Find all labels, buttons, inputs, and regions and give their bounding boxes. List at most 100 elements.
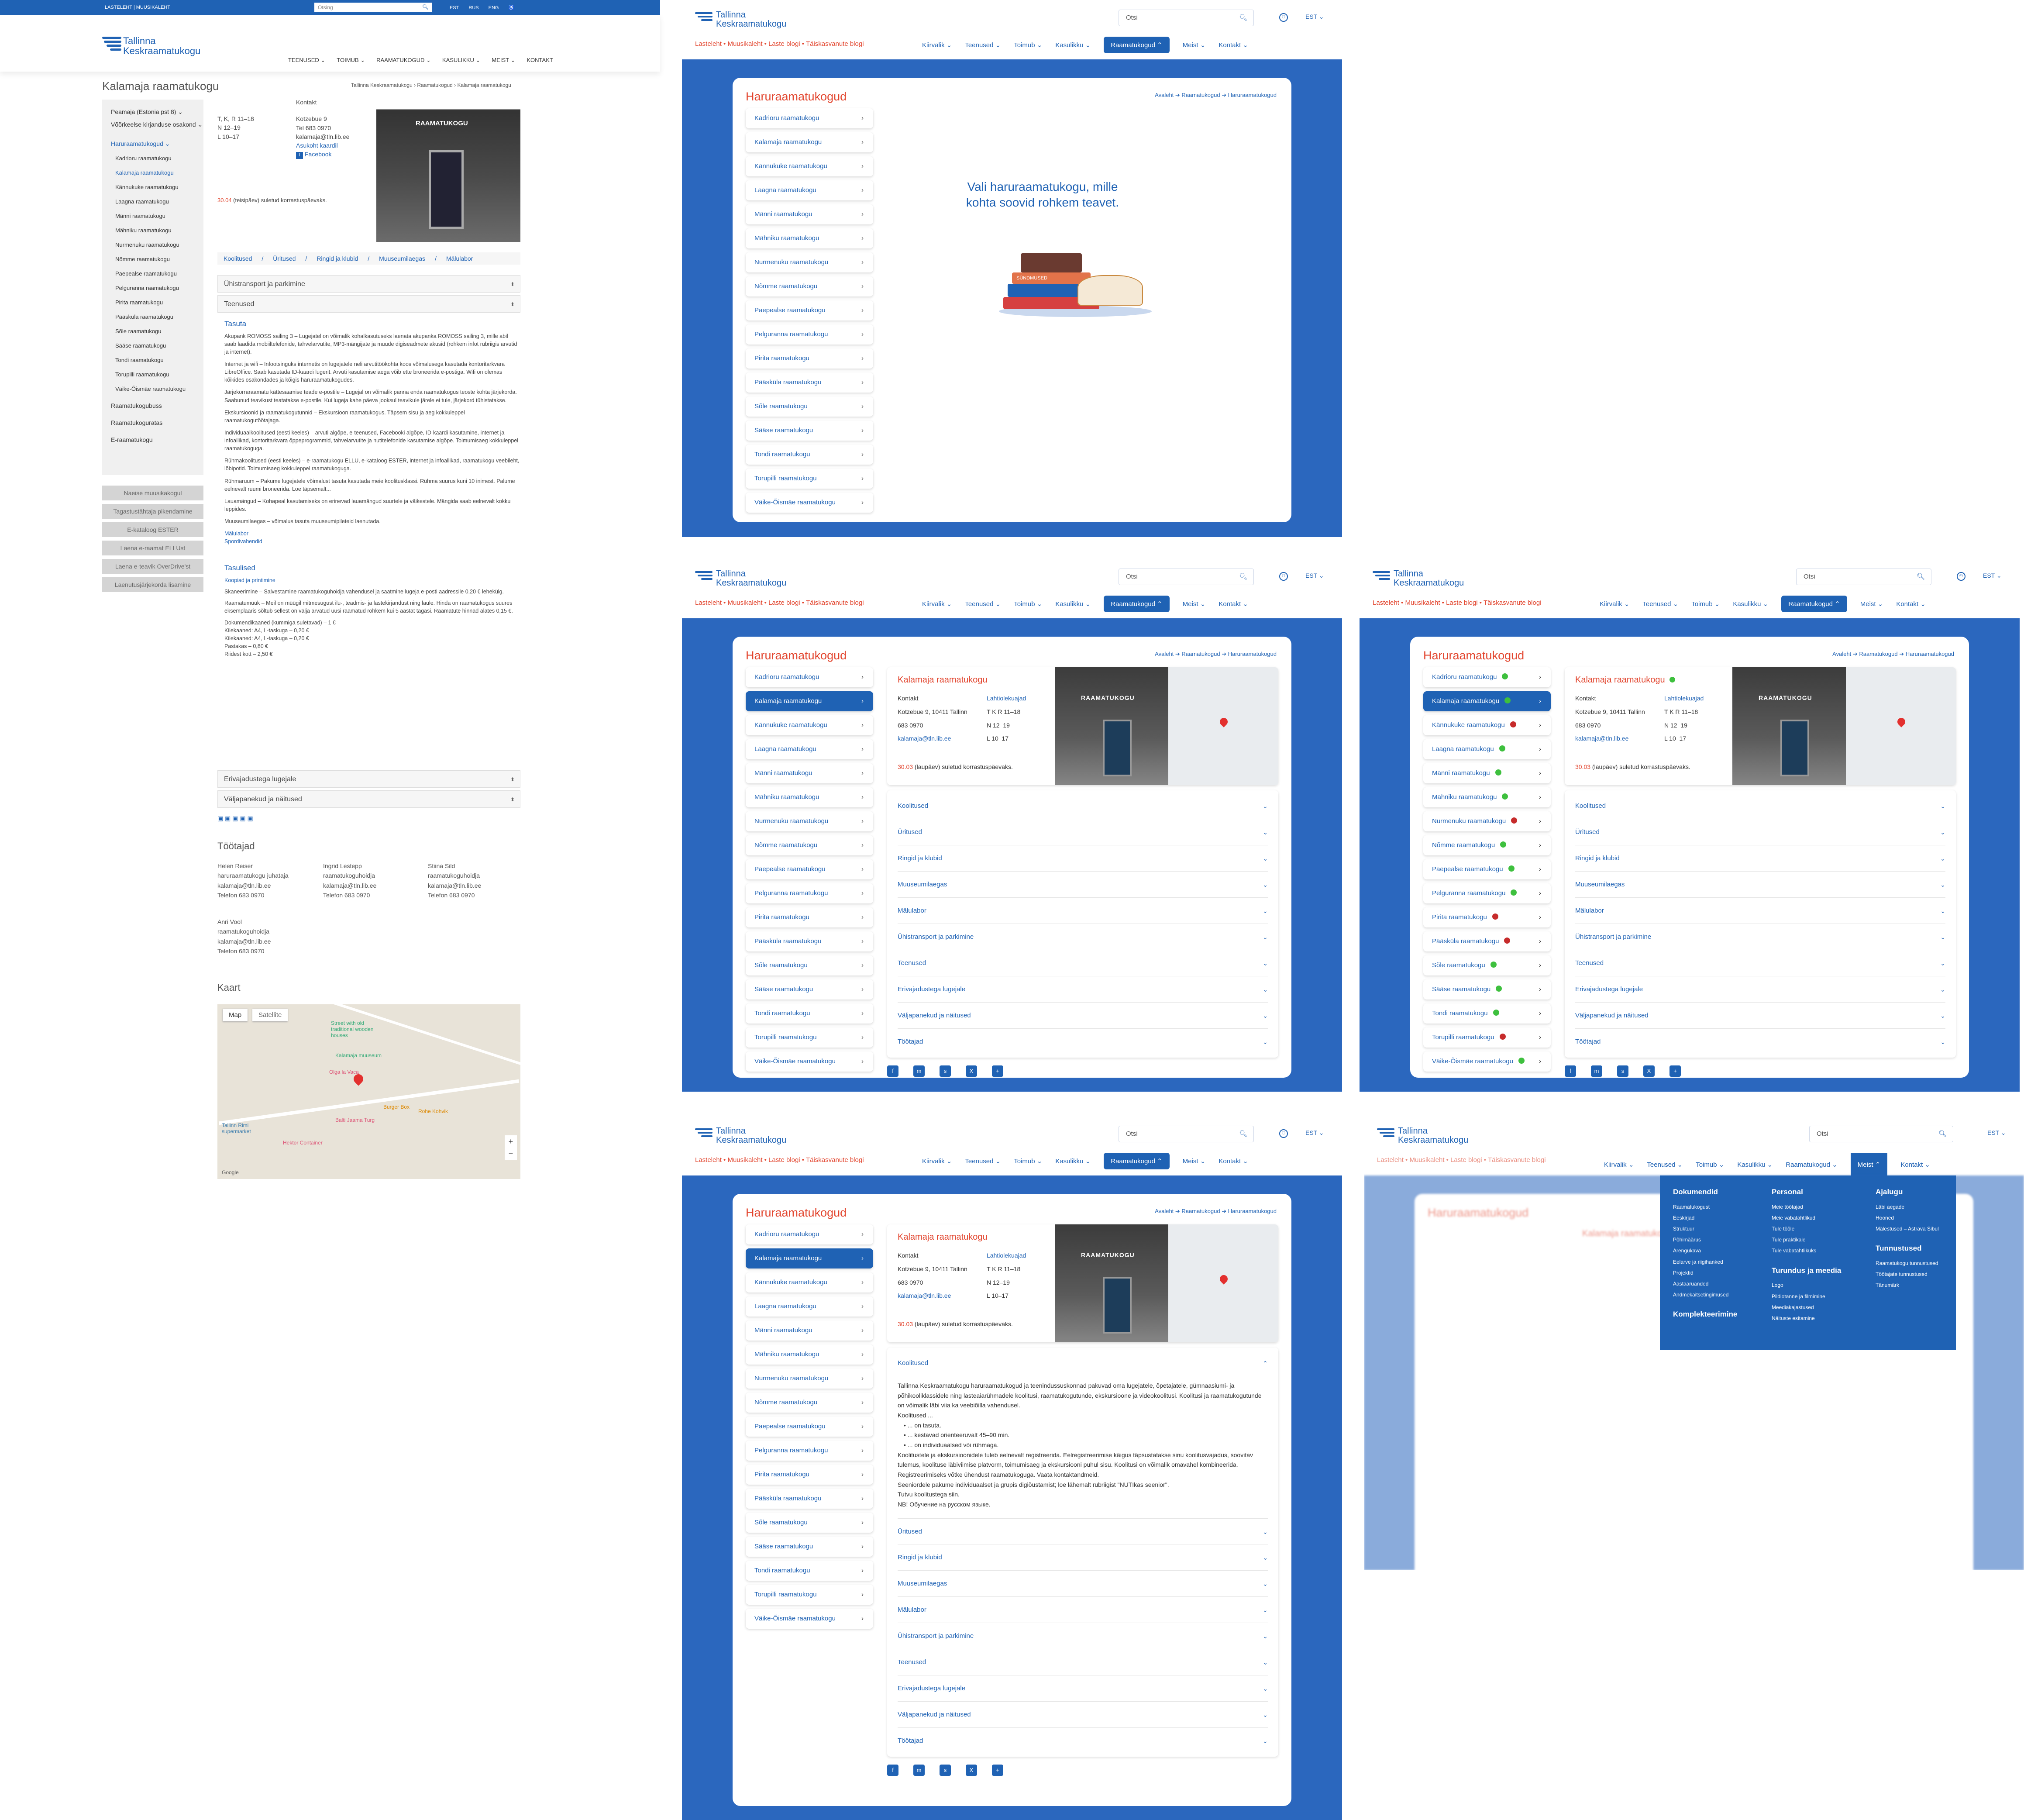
accordion-item[interactable]: Teenused ⌄ [1575,950,1945,976]
menu-item[interactable]: Meie vabatahtlikud [1772,1213,1841,1224]
language-select[interactable]: EST ⌄ [1305,572,1324,579]
side-button[interactable]: Laena e-raamat ELLUst [102,541,203,555]
library-item[interactable]: Kännukuke raamatukogu › [746,715,873,735]
nav-meist[interactable]: Meist ⌄ [1860,598,1883,610]
accordion-item[interactable]: Üritused ⌄ [898,1518,1268,1544]
library-item[interactable]: Pääsküla raamatukogu › [746,931,873,951]
sidebar-item[interactable]: Haruraamatukogud ⌄ [102,137,203,151]
old-logo-text[interactable]: Tallinna Keskraamatukogu [123,36,200,56]
nav-kasulikku[interactable]: Kasulikku ⌄ [1737,1159,1773,1170]
account-icon[interactable]: ⚇ [1279,572,1288,581]
menu-item[interactable]: Tule tööle [1772,1224,1841,1234]
accordion-item[interactable]: Ühistransport ja parkimine ⌄ [898,924,1268,950]
nav-toimub[interactable]: Toimub ⌄ [1014,1155,1042,1167]
menu-item[interactable]: Hooned [1876,1213,1939,1224]
accordion-item[interactable]: Töötajad ⌄ [898,1728,1268,1754]
menu-item[interactable]: Näituste esitamine [1772,1313,1841,1324]
library-item[interactable]: Sääse raamatukogu › [746,421,873,441]
library-item[interactable]: Laagna raamatukogu › [1423,739,1551,759]
library-item[interactable]: Kadrioru raamatukogu › [1423,667,1551,687]
accordion-item[interactable]: Väljapanekud ja näitused ⌄ [898,1702,1268,1728]
library-item[interactable]: Pirita raamatukogu › [746,907,873,927]
library-item[interactable]: Nõmme raamatukogu › [746,835,873,855]
logo-icon[interactable] [102,37,121,54]
library-item-selected[interactable]: Kalamaja raamatukogu › [1423,691,1551,711]
nav-raamatukogud[interactable]: Raamatukogud ⌄ [1786,1159,1837,1170]
library-item[interactable]: Laagna raamatukogu › [746,180,873,200]
nav-kontakt[interactable]: Kontakt ⌄ [1896,598,1926,610]
language-select[interactable]: EST ⌄ [1305,1129,1324,1137]
library-item[interactable]: Männi raamatukogu › [1423,763,1551,783]
library-item[interactable]: Torupilli raamatukogu › [746,1027,873,1048]
accordion-item[interactable]: Erivajadustega lugejale ⌄ [1575,976,1945,1003]
sidebar-item[interactable]: Raamatukoguratas [102,416,203,430]
menu-item[interactable]: Raamatukogust [1673,1202,1737,1213]
accessibility-icon[interactable]: ♿ [508,5,514,10]
account-icon[interactable]: ⚇ [1279,1129,1288,1138]
map-tab-map[interactable]: Map [223,1009,248,1021]
account-icon[interactable]: ⚇ [1957,572,1965,581]
library-item-selected[interactable]: Kalamaja raamatukogu › [746,691,873,711]
skype-icon[interactable]: s [1617,1065,1628,1077]
side-button[interactable]: Naeise muusikakogul [102,486,203,500]
library-item[interactable]: Kadrioru raamatukogu › [746,667,873,687]
nav-meist[interactable]: Meist ⌄ [1183,39,1206,51]
breadcrumb[interactable]: Tallinna Keskraamatukogu › Raamatukogud … [351,82,511,88]
menu-item[interactable]: Projektid [1673,1268,1737,1279]
library-item[interactable]: Kadrioru raamatukogu › [746,108,873,128]
library-item[interactable]: Torupilli raamatukogu › [746,469,873,489]
nav-kiirvalik[interactable]: Kiirvalik ⌄ [922,39,952,51]
menu-item[interactable]: Mälestused – Astrava Sibul [1876,1224,1939,1234]
menu-item[interactable]: Struktuur [1673,1224,1737,1234]
breadcrumb[interactable]: Avaleht ➔ Raamatukogud ➔ Haruraamatukogu… [1155,92,1277,99]
menu-item[interactable]: Raamatukogu tunnustused [1876,1258,1939,1269]
old-share-icons[interactable]: ▣ ▣ ▣ ▣ ▣ [217,814,253,823]
old-search-input[interactable]: Otsing 🔍︎ [314,3,432,12]
library-item[interactable]: Sääse raamatukogu › [746,1537,873,1557]
library-item[interactable]: Pirita raamatukogu › [1423,907,1551,927]
nav-kasulikku[interactable]: KASULIKKU ⌄ [442,57,480,63]
logo-text[interactable]: Tallinna Keskraamatukogu [716,1127,786,1145]
skype-icon[interactable]: s [940,1065,951,1077]
accordion-item[interactable]: Ringid ja klubid ⌄ [898,1544,1268,1571]
nav-toimub[interactable]: Toimub ⌄ [1014,39,1042,51]
sidebar-item[interactable]: Torupilli raamatukogu [102,367,203,382]
library-item[interactable]: Nõmme raamatukogu › [746,1393,873,1413]
library-item[interactable]: Pääsküla raamatukogu › [746,372,873,393]
sidebar-item[interactable]: Pelguranna raamatukogu [102,281,203,295]
map-link[interactable]: Asukoht kaardil [296,141,349,150]
library-item[interactable]: Väike-Õismäe raamatukogu › [746,1609,873,1629]
library-item[interactable]: Pelguranna raamatukogu › [1423,883,1551,903]
sidebar-item[interactable]: Peamaja (Estonia pst 8) ⌄ [102,105,203,119]
search-input[interactable]: Otsi 🔍︎ [1796,569,1931,585]
menu-item[interactable]: Meediakajastused [1772,1302,1841,1313]
old-quicklinks[interactable]: LASTELEHT | MUUSIKALEHT [105,5,170,10]
accordion-item[interactable]: Väljapanekud ja näitused ⌄ [898,1003,1268,1029]
nav-kasulikku[interactable]: Kasulikku ⌄ [1055,1155,1091,1167]
language-select[interactable]: EST ⌄ [1305,13,1324,21]
library-item[interactable]: Sõle raamatukogu › [746,1513,873,1533]
x-icon[interactable]: X [1643,1065,1655,1077]
mini-map[interactable] [1846,667,1956,785]
sidebar-item[interactable]: Väike-Õismäe raamatukogu [102,382,203,396]
sidebar-item[interactable]: Kännukuke raamatukogu [102,180,203,194]
menu-item[interactable]: Meie töötajad [1772,1202,1841,1213]
facebook-icon[interactable]: f [1565,1065,1576,1077]
library-item[interactable]: Nurmenuku raamatukogu › [746,252,873,272]
menu-item[interactable]: Põhimäärus [1673,1234,1737,1245]
messenger-icon[interactable]: m [1591,1065,1602,1077]
library-item[interactable]: Sõle raamatukogu › [1423,955,1551,975]
nav-kontakt[interactable]: KONTAKT [527,57,553,63]
library-item[interactable]: Sõle raamatukogu › [746,955,873,975]
library-item[interactable]: Väike-Õismäe raamatukogu › [1423,1051,1551,1072]
nav-raamatukogud[interactable]: Raamatukogud ⌃ [1104,1153,1170,1169]
search-input[interactable]: Otsi 🔍︎ [1809,1126,1953,1142]
accordion-item[interactable]: Ringid ja klubid ⌄ [898,845,1268,872]
logo-icon[interactable] [1377,1128,1394,1143]
old-accordion[interactable]: Väljapanekud ja näitused ⬍ [217,790,520,808]
side-button[interactable]: E-kataloog ESTER [102,522,203,537]
menu-item[interactable]: Aastaaruanded [1673,1279,1737,1289]
accordion-item-open[interactable]: Koolitused ⌃ [898,1350,1268,1376]
library-item[interactable]: Männi raamatukogu › [746,204,873,224]
side-button[interactable]: Laenutusjärjekorda lisamine [102,577,203,592]
